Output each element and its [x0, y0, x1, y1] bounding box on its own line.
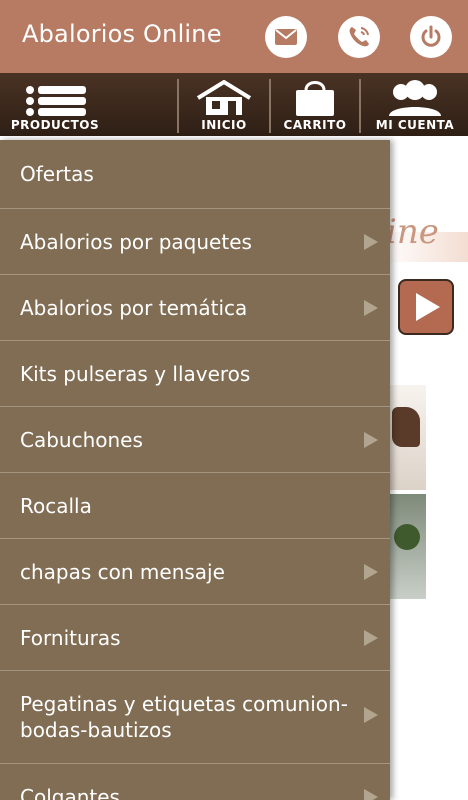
category-drawer: Ofertas Abalorios por paquetes Abalorios… — [0, 140, 390, 800]
users-icon — [389, 80, 441, 116]
nav-carrito-label: CARRITO — [283, 118, 347, 132]
menu-item-label: Kits pulseras y llaveros — [20, 361, 251, 386]
nav-inicio-label: INICIO — [201, 118, 247, 132]
nav-divider — [177, 79, 179, 133]
slider-next-button[interactable] — [398, 279, 454, 335]
menu-icon — [26, 86, 86, 116]
menu-item-label: Pegatinas y etiquetas comunion-bodas-bau… — [20, 692, 348, 742]
menu-item-cabuchones[interactable]: Cabuchones — [0, 407, 390, 473]
submenu-arrow-icon — [364, 788, 378, 800]
menu-item-label: Ofertas — [20, 162, 94, 186]
menu-item-label: Colgantes — [20, 784, 120, 800]
product-thumbnail[interactable] — [388, 494, 426, 599]
product-thumbnail[interactable] — [388, 385, 426, 490]
mail-icon — [275, 29, 297, 45]
menu-item-pegatinas[interactable]: Pegatinas y etiquetas comunion-bodas-bau… — [0, 671, 390, 764]
submenu-arrow-icon — [364, 707, 378, 723]
nav-divider — [359, 79, 361, 133]
nav-mi-cuenta-label: MI CUENTA — [375, 118, 455, 132]
nav-divider — [269, 79, 271, 133]
menu-item-label: Rocalla — [20, 493, 92, 518]
bag-icon — [296, 81, 334, 116]
nav-mi-cuenta[interactable]: MI CUENTA — [362, 73, 468, 136]
phone-button[interactable] — [338, 16, 380, 58]
nav-inicio[interactable]: INICIO — [180, 73, 268, 136]
nav-productos[interactable]: PRODUCTOS — [0, 73, 110, 136]
menu-item-abalorios-tematica[interactable]: Abalorios por temática — [0, 275, 390, 341]
menu-item-label: Abalorios por paquetes — [20, 229, 252, 254]
nav-productos-label: PRODUCTOS — [10, 118, 100, 132]
home-icon — [196, 80, 252, 115]
menu-item-fornituras[interactable]: Fornituras — [0, 605, 390, 671]
menu-item-label: Cabuchones — [20, 427, 143, 452]
nav-toolbar: PRODUCTOS INICIO CARRITO MI CUENTA — [0, 73, 468, 136]
menu-item-abalorios-paquetes[interactable]: Abalorios por paquetes — [0, 209, 390, 275]
menu-item-label: chapas con mensaje — [20, 559, 225, 584]
submenu-arrow-icon — [364, 299, 378, 316]
nav-carrito[interactable]: CARRITO — [272, 73, 358, 136]
submenu-arrow-icon — [364, 629, 378, 646]
submenu-arrow-icon — [364, 431, 378, 448]
menu-item-ofertas[interactable]: Ofertas — [0, 140, 390, 209]
menu-item-rocalla[interactable]: Rocalla — [0, 473, 390, 539]
app-title: Abalorios Online — [22, 20, 222, 48]
phone-icon — [349, 27, 369, 47]
power-button[interactable] — [410, 16, 452, 58]
power-icon — [421, 25, 441, 47]
play-icon — [416, 293, 440, 321]
app-header: Abalorios Online — [0, 0, 468, 73]
mail-button[interactable] — [265, 16, 307, 58]
menu-item-label: Abalorios por temática — [20, 295, 248, 320]
menu-item-label: Fornituras — [20, 625, 121, 650]
menu-item-colgantes[interactable]: Colgantes — [0, 764, 390, 800]
submenu-arrow-icon — [364, 563, 378, 580]
menu-item-chapas[interactable]: chapas con mensaje — [0, 539, 390, 605]
submenu-arrow-icon — [364, 233, 378, 250]
banner-text: ine — [386, 212, 439, 252]
menu-item-kits-pulseras[interactable]: Kits pulseras y llaveros — [0, 341, 390, 407]
